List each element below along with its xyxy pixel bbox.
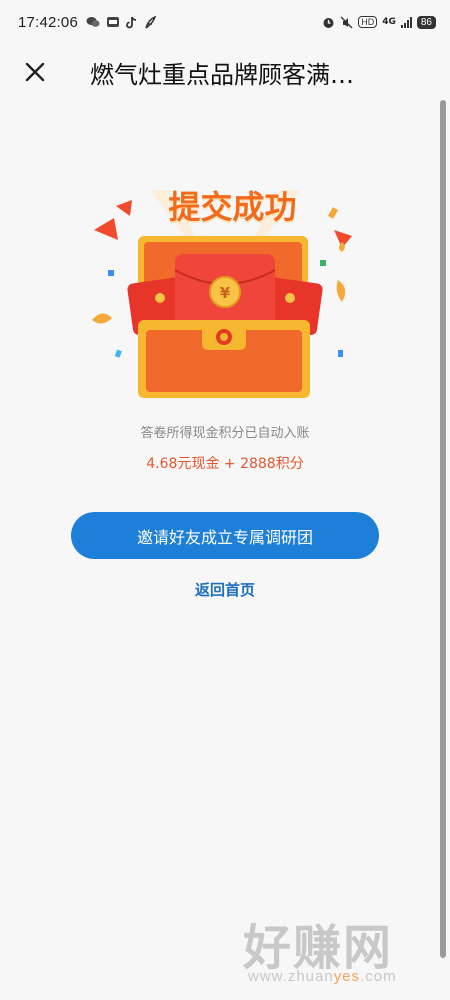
scrollbar[interactable] [440, 100, 446, 960]
watermark-url-suffix: .com [360, 968, 397, 985]
scrollbar-thumb[interactable] [440, 100, 446, 958]
confetti-icon [338, 350, 343, 357]
close-icon [25, 62, 45, 82]
watermark-url-prefix: www.zhuan [248, 968, 334, 985]
app-badge-icon [107, 17, 119, 27]
mute-icon [340, 16, 353, 28]
battery-indicator: 86 [416, 15, 436, 29]
result-description: 答卷所得现金积分已自动入账 [140, 426, 310, 441]
confetti-icon [320, 260, 326, 266]
reward-amount: 4.68元现金 + 2888积分 [146, 456, 304, 472]
nav-bar: 燃气灶重点品牌顾客满… [0, 44, 450, 100]
page-title: 燃气灶重点品牌顾客满… [90, 60, 354, 89]
confetti-icon [116, 200, 132, 216]
confetti-icon [92, 313, 112, 324]
return-home-link[interactable]: 返回首页 [0, 579, 450, 600]
svg-text:¥: ¥ [220, 284, 231, 302]
tiktok-icon [126, 16, 137, 28]
success-title: 提交成功 [168, 188, 297, 226]
close-button[interactable] [18, 55, 52, 89]
hd-badge: HD [358, 16, 378, 28]
confetti-icon [327, 207, 339, 219]
signal-icon [400, 16, 412, 28]
network-label: 4G [382, 17, 396, 27]
alarm-icon [323, 17, 334, 28]
watermark-url: www.zhuanyes.com [248, 968, 397, 985]
confetti-icon [114, 349, 122, 358]
confetti-icon [94, 218, 118, 240]
status-bar: 17:42:06 HD 4G 86 [0, 0, 450, 44]
confetti-icon [108, 270, 114, 276]
app-feather-icon [145, 15, 157, 29]
status-notification-icons [86, 15, 157, 29]
watermark-url-accent: yes [333, 968, 361, 985]
status-right: HD 4G 86 [322, 15, 436, 29]
status-time: 17:42:06 [18, 13, 78, 31]
invite-friends-button[interactable]: 邀请好友成立专属调研团 [71, 512, 379, 559]
wechat-icon [86, 17, 100, 27]
confetti-icon [336, 280, 346, 302]
